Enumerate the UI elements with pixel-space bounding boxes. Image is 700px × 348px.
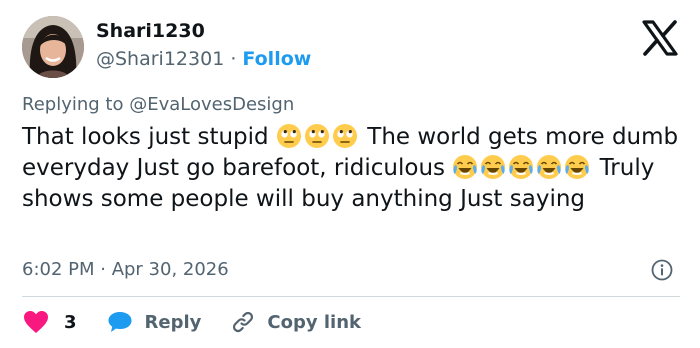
crying-laughing-icon [481, 155, 506, 179]
reply-prefix: Replying to [22, 94, 124, 115]
rolling-eyes-icon [304, 124, 329, 148]
tweet-text: That looks just stupid The world gets mo… [22, 122, 682, 215]
emoji-group-2 [452, 155, 592, 181]
crying-laughing-icon [565, 155, 590, 179]
author-handle[interactable]: @Shari12301 [96, 48, 224, 70]
x-logo-icon[interactable] [640, 18, 680, 58]
author-handle-row: @Shari12301 · Follow [96, 48, 311, 70]
tweet-timestamp[interactable]: 6:02 PM · Apr 30, 2026 [22, 259, 229, 280]
crying-laughing-icon [537, 155, 562, 179]
like-button[interactable]: 3 [22, 309, 77, 335]
reply-label: Reply [144, 311, 202, 333]
divider [22, 296, 680, 297]
handle-separator: · [230, 48, 237, 70]
emoji-group-1 [276, 124, 360, 150]
reply-bubble-icon [108, 312, 132, 332]
avatar[interactable] [22, 16, 84, 78]
info-icon[interactable] [651, 259, 673, 281]
crying-laughing-icon [509, 155, 534, 179]
author-display-name[interactable]: Shari1230 [96, 20, 205, 42]
crying-laughing-icon [453, 155, 478, 179]
reply-to-user[interactable]: @EvaLovesDesign [129, 94, 294, 115]
rolling-eyes-icon [332, 124, 357, 148]
heart-icon [24, 311, 48, 333]
tweet-card: Shari1230 @Shari12301 · Follow Replying … [0, 0, 700, 348]
profile-photo [22, 16, 84, 78]
follow-button[interactable]: Follow [242, 48, 311, 70]
action-bar: 3 Reply Copy link [22, 308, 361, 336]
tweet-text-part-1: That looks just stupid [22, 124, 269, 150]
copy-link-button[interactable]: Copy link [231, 310, 361, 334]
rolling-eyes-icon [276, 124, 301, 148]
like-count: 3 [64, 311, 77, 333]
reply-button[interactable]: Reply [107, 310, 202, 334]
reply-context: Replying to @EvaLovesDesign [22, 94, 294, 115]
link-icon [233, 311, 254, 333]
copy-link-label: Copy link [267, 311, 361, 333]
